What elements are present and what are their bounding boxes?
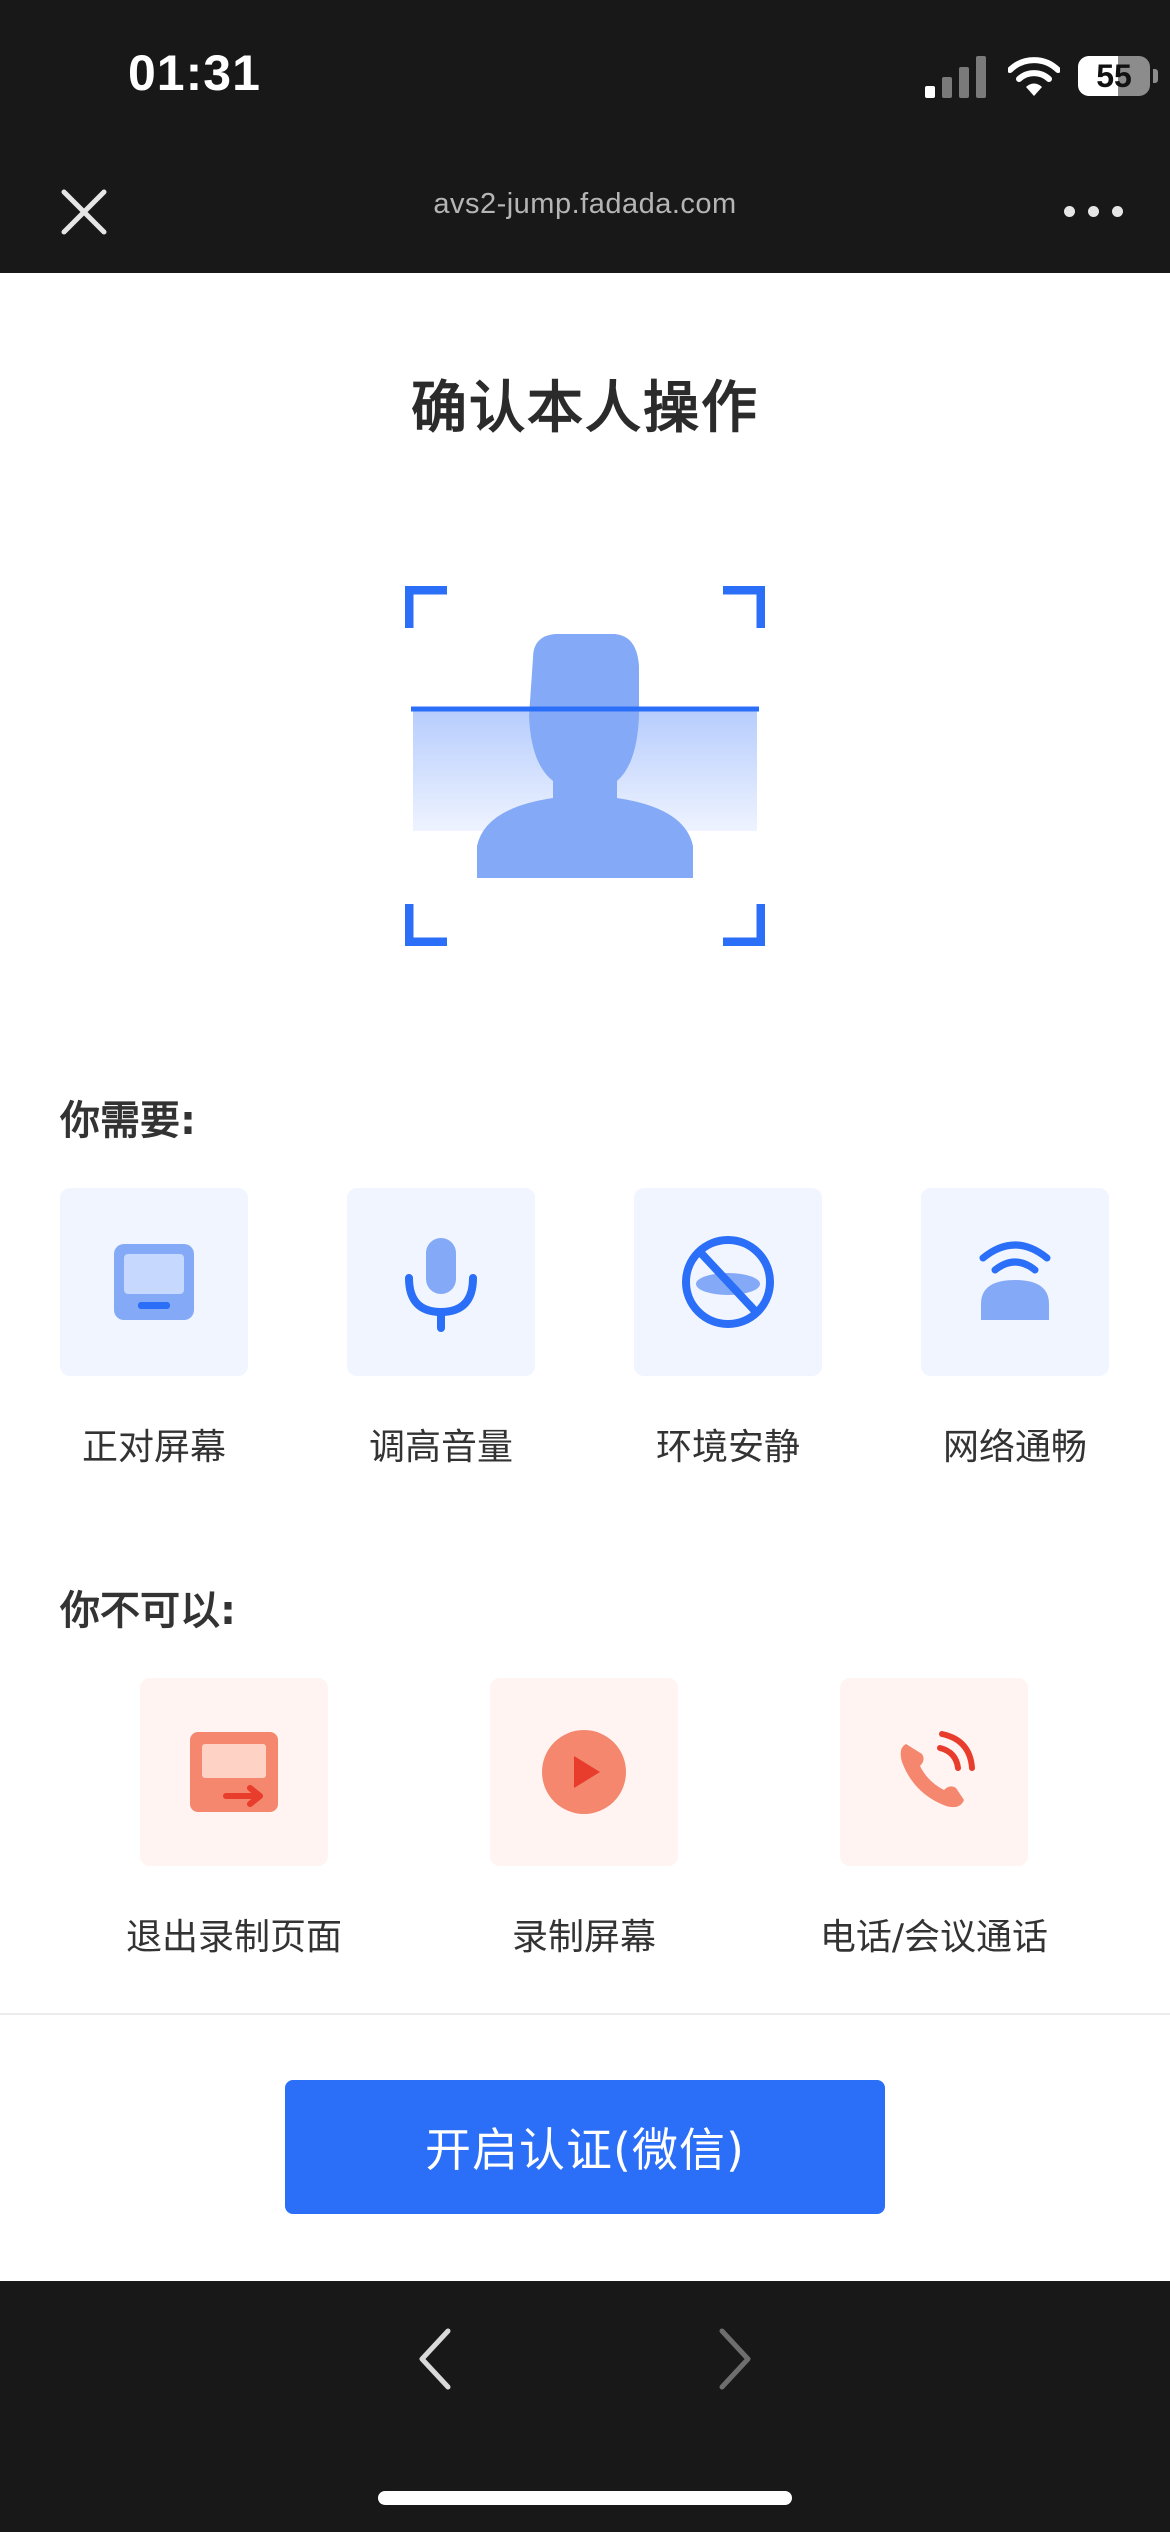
more-options-icon[interactable] [1058, 190, 1130, 234]
microphone-icon [405, 1238, 477, 1332]
cellular-signal-icon [925, 56, 986, 98]
need-section-title: 你需要: [60, 1098, 196, 1144]
need-item-quiet-environment [634, 1188, 822, 1376]
forward-arrow-icon[interactable] [700, 2319, 770, 2399]
status-icons: 55 [870, 0, 1170, 150]
need-item-label: 正对屏幕 [81, 1427, 226, 1468]
cannot-item-exit-recording [140, 1678, 328, 1866]
home-indicator[interactable] [378, 2491, 792, 2505]
need-item-label: 环境安静 [655, 1427, 800, 1468]
cannot-section-title: 你不可以: [60, 1588, 236, 1634]
battery-icon: 55 [1078, 56, 1158, 98]
browser-toolbar: avs2-jump.fadada.com [0, 150, 1170, 273]
person-wifi-icon [979, 1241, 1051, 1320]
status-bar: 01:31 55 [0, 0, 1170, 150]
battery-percentage: 55 [1096, 58, 1132, 94]
start-verification-button[interactable]: 开启认证(微信) [285, 2080, 885, 2214]
need-item-volume-up [347, 1188, 535, 1376]
need-item-label: 调高音量 [368, 1427, 513, 1468]
page-title: 确认本人操作 [411, 376, 759, 441]
face-scan-illustration [405, 586, 765, 946]
main-content: 确认本人操作 你需要: 正对屏幕 调高音量 环境安静 网络通畅 你不可以: 退出… [0, 273, 1170, 2015]
status-time: 01:31 [128, 45, 261, 101]
phone-call-icon [900, 1731, 975, 1808]
need-item-face-screen [60, 1188, 248, 1376]
cannot-item-label: 退出录制页面 [125, 1917, 342, 1958]
monitor-icon [114, 1244, 194, 1320]
record-play-icon [542, 1730, 626, 1814]
cannot-item-phone-meeting [840, 1678, 1028, 1866]
cannot-item-screen-recording [490, 1678, 678, 1866]
need-item-label: 网络通畅 [942, 1427, 1087, 1468]
exit-screen-icon [190, 1732, 278, 1812]
wifi-icon [1008, 57, 1060, 96]
no-talking-icon [682, 1236, 774, 1328]
action-bar: 开启认证(微信) [0, 2015, 1170, 2281]
back-arrow-icon[interactable] [400, 2319, 470, 2399]
page-url: avs2-jump.fadada.com [433, 188, 737, 220]
cannot-item-label: 电话/会议通话 [819, 1917, 1049, 1958]
cannot-item-label: 录制屏幕 [511, 1917, 656, 1958]
need-item-network-smooth [921, 1188, 1109, 1376]
browser-bottom-nav [0, 2281, 1170, 2532]
